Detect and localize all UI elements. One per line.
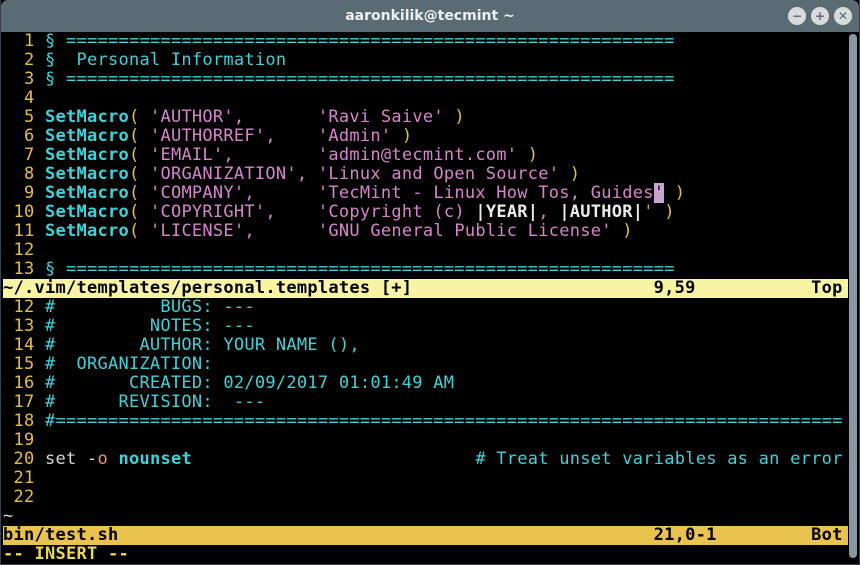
window-controls: − + ✕	[788, 7, 852, 25]
buffer-line: 21	[3, 469, 860, 488]
minimize-button[interactable]: −	[788, 7, 806, 25]
buffer-line: 9 SetMacro( 'COMPANY', 'TecMint - Linux …	[3, 184, 860, 203]
buffer-line: 12	[3, 241, 860, 260]
buffer-line: 13 § ===================================…	[3, 260, 860, 279]
buffer-line: 11 SetMacro( 'LICENSE', 'GNU General Pub…	[3, 222, 860, 241]
command-line: -- INSERT --	[3, 545, 860, 564]
buffer-line: 2 § Personal Information	[3, 51, 860, 70]
buffer-line: 7 SetMacro( 'EMAIL', 'admin@tecmint.com'…	[3, 146, 860, 165]
window-title: aaronkilik@tecmint ~	[1, 0, 859, 32]
buffer-line: 10 SetMacro( 'COPYRIGHT', 'Copyright (c)…	[3, 203, 860, 222]
statusline-bottom: bin/test.sh 21,0-1 Bot	[3, 526, 848, 545]
terminal-window: aaronkilik@tecmint ~ − + ✕ 1 § =========…	[0, 0, 860, 565]
buffer-line: 16 # CREATED: 02/09/2017 01:01:49 AM	[3, 374, 860, 393]
buffer-line: 18 #====================================…	[3, 412, 860, 431]
nontext-line: ~	[3, 507, 860, 526]
buffer-line: 15 # ORGANIZATION:	[3, 355, 860, 374]
buffer-line: 17 # REVISION: ---	[3, 393, 860, 412]
maximize-button[interactable]: +	[811, 7, 829, 25]
buffer-line: 19	[3, 431, 860, 450]
buffer-line: 20 set -o nounset # Treat unset variable…	[3, 450, 860, 469]
buffer-line: 8 SetMacro( 'ORGANIZATION', 'Linux and O…	[3, 165, 860, 184]
statusline-top: ~/.vim/templates/personal.templates [+] …	[3, 279, 848, 298]
buffer-line: 1 § ====================================…	[3, 32, 860, 51]
buffer-line: 6 SetMacro( 'AUTHORREF', 'Admin' )	[3, 127, 860, 146]
buffer-line: 22	[3, 488, 860, 507]
buffer-line: 14 # AUTHOR: YOUR NAME (),	[3, 336, 860, 355]
buffer-line: 3 § ====================================…	[3, 70, 860, 89]
buffer-line: 12 # BUGS: ---	[3, 298, 860, 317]
close-button[interactable]: ✕	[834, 7, 852, 25]
scrollbar-thumb[interactable]	[849, 34, 857, 558]
titlebar[interactable]: aaronkilik@tecmint ~ − + ✕	[1, 0, 859, 32]
buffer-line: 13 # NOTES: ---	[3, 317, 860, 336]
terminal-screen[interactable]: 1 § ====================================…	[1, 32, 860, 565]
buffer-line: 5 SetMacro( 'AUTHOR', 'Ravi Saive' )	[3, 108, 860, 127]
buffer-line: 4	[3, 89, 860, 108]
